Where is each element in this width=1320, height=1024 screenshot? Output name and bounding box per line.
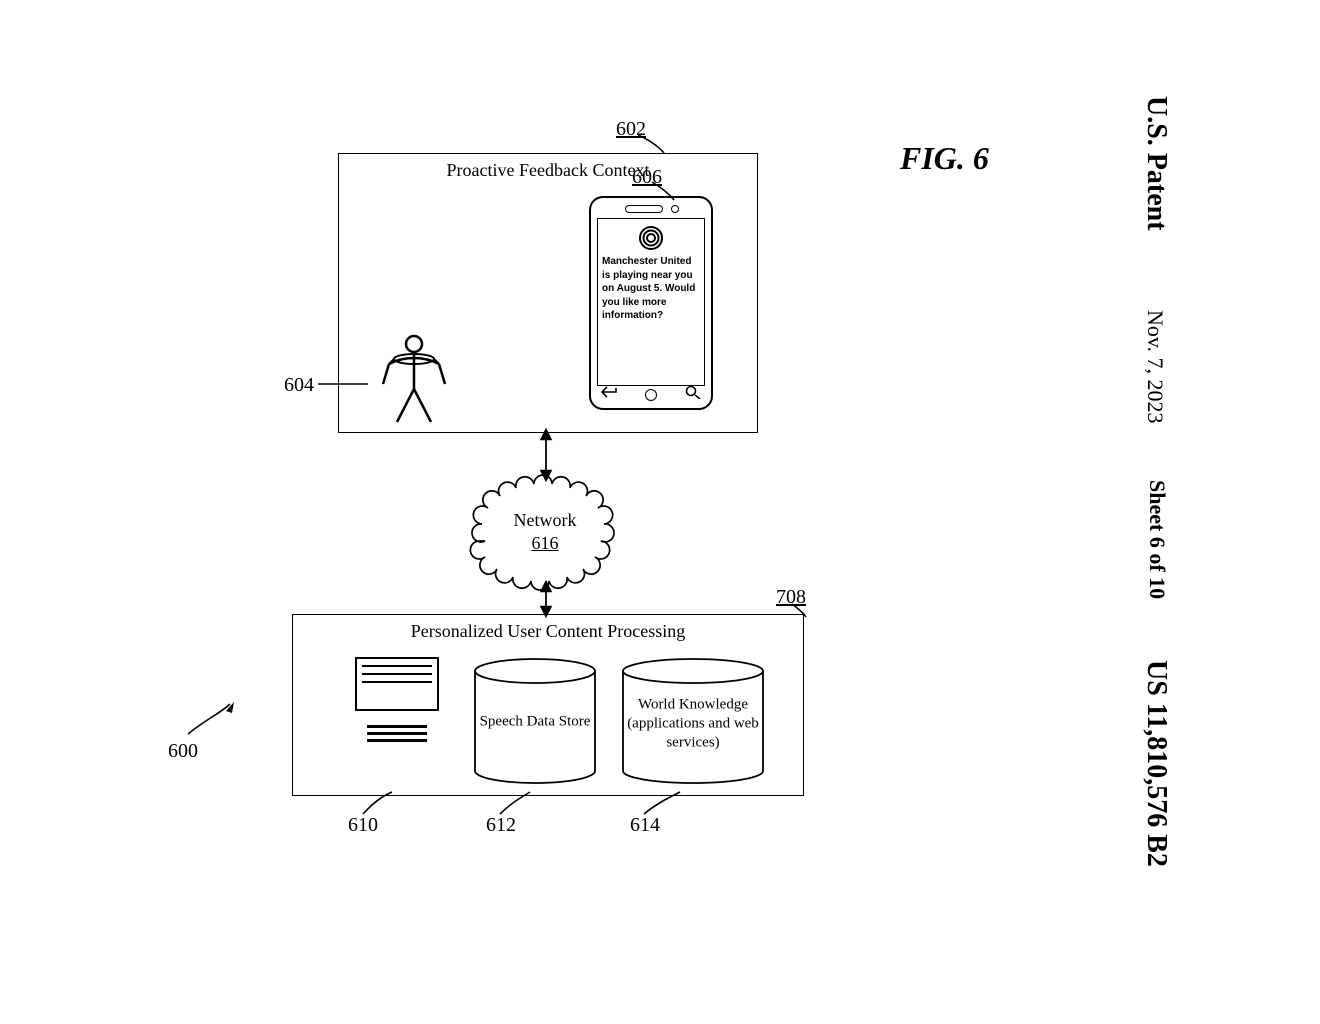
- ref-600: 600: [168, 740, 198, 763]
- personalized-processing-box: Personalized User Content Processing Spe…: [292, 614, 804, 796]
- ref-602: 602: [616, 118, 646, 141]
- phone-speaker-icon: [625, 205, 663, 213]
- phone-nav-bar: [601, 385, 701, 404]
- ref-610: 610: [348, 814, 378, 837]
- speech-data-store-cylinder: Speech Data Store: [471, 657, 599, 785]
- phone-message: Manchester United is playing near you on…: [602, 255, 700, 323]
- header-sheet: Sheet 6 of 10: [1144, 480, 1170, 599]
- assistant-spiral-icon: [638, 225, 664, 251]
- world-cylinder-label: World Knowledge (applications and web se…: [619, 696, 767, 752]
- patent-figure-page: U.S. Patent Nov. 7, 2023 Sheet 6 of 10 U…: [0, 0, 1320, 1024]
- ref-708: 708: [776, 586, 806, 609]
- user-icon: [379, 334, 449, 429]
- network-ref: 616: [532, 533, 559, 553]
- ref-612: 612: [486, 814, 516, 837]
- world-knowledge-cylinder: World Knowledge (applications and web se…: [619, 657, 767, 785]
- computer-icon: [355, 657, 439, 746]
- monitor-icon: [355, 657, 439, 711]
- bottom-box-title: Personalized User Content Processing: [293, 621, 803, 642]
- speech-cylinder-label: Speech Data Store: [471, 713, 599, 732]
- header-us-patent: U.S. Patent: [1140, 96, 1172, 231]
- phone-search-icon: [685, 385, 701, 404]
- ref-604: 604: [284, 374, 314, 397]
- proactive-feedback-context-box: Proactive Feedback Context: [338, 153, 758, 433]
- header-doc-number: US 11,810,576 B2: [1140, 660, 1172, 867]
- smartphone-icon: Manchester United is playing near you on…: [589, 196, 713, 410]
- ref-606: 606: [632, 166, 662, 189]
- header-date: Nov. 7, 2023: [1142, 310, 1168, 423]
- phone-screen: Manchester United is playing near you on…: [597, 218, 705, 386]
- phone-back-icon: [601, 385, 617, 404]
- phone-camera-icon: [671, 205, 679, 213]
- keyboard-icon: [355, 725, 439, 742]
- figure-label: FIG. 6: [900, 140, 989, 177]
- ref-614: 614: [630, 814, 660, 837]
- top-box-title: Proactive Feedback Context: [339, 160, 757, 181]
- phone-home-icon: [645, 389, 657, 401]
- network-cloud: Network 616: [460, 471, 630, 591]
- network-label: Network 616: [460, 509, 630, 554]
